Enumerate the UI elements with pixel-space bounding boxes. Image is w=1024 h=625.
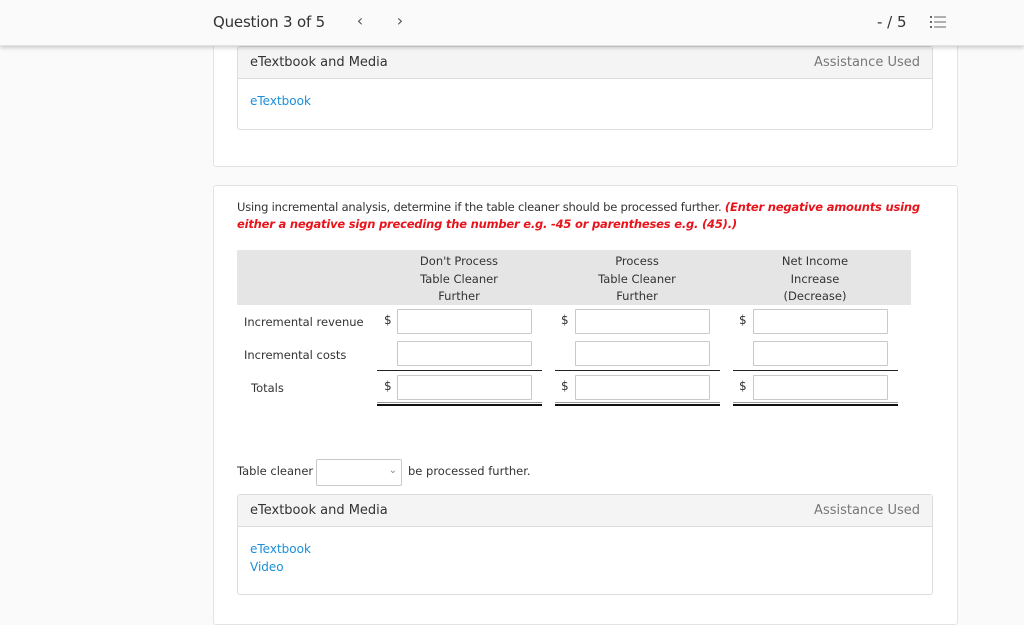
instruction-text: Using incremental analysis, determine if… [237,200,722,214]
score-display: - / 5 [877,13,907,31]
row-label-incremental-revenue: Incremental revenue [244,315,364,329]
media-panel-header: eTextbook and Media Assistance Used [238,47,932,79]
media-panel-title: eTextbook and Media [250,503,388,518]
etextbook-link[interactable]: eTextbook [250,92,920,110]
totals-process-input[interactable] [575,375,710,400]
conclusion-suffix: be processed further. [408,464,531,478]
currency-symbol: $ [739,313,747,327]
row-label-totals: Totals [251,381,284,395]
subtotal-rule [555,370,720,371]
column-header-dont-process: Don't Process Table Cleaner Further [419,254,499,303]
assistance-used-label: Assistance Used [814,503,920,518]
etextbook-media-panel: eTextbook and Media Assistance Used eTex… [237,46,933,130]
currency-symbol: $ [561,379,569,393]
costs-dont-process-input[interactable] [397,341,532,366]
question-counter: Question 3 of 5 [213,13,325,31]
video-link[interactable]: Video [250,558,920,576]
total-double-rule [733,402,898,406]
currency-symbol: $ [739,379,747,393]
previous-question-button[interactable]: ‹ [352,11,368,30]
currency-symbol: $ [384,379,392,393]
currency-symbol: $ [561,313,569,327]
costs-process-input[interactable] [575,341,710,366]
total-double-rule [377,402,542,406]
question-list-icon[interactable] [930,15,946,29]
should-process-dropdown[interactable]: ⌄ [316,459,402,486]
costs-net-income-input[interactable] [753,341,888,366]
currency-symbol: $ [384,313,392,327]
question-instructions: Using incremental analysis, determine if… [237,199,927,233]
revenue-dont-process-input[interactable] [397,309,532,334]
assistance-used-label: Assistance Used [814,55,920,70]
column-header-net-income: Net Income Increase (Decrease) [781,254,849,303]
conclusion-prefix: Table cleaner [237,464,314,478]
chevron-down-icon: ⌄ [388,465,397,476]
revenue-process-input[interactable] [575,309,710,334]
etextbook-link[interactable]: eTextbook [250,540,920,558]
totals-dont-process-input[interactable] [397,375,532,400]
table-header: Don't Process Table Cleaner Further Proces… [237,250,911,305]
totals-net-income-input[interactable] [753,375,888,400]
total-double-rule [555,402,720,406]
subtotal-rule [377,370,542,371]
column-header-process: Process Table Cleaner Further [598,254,676,303]
row-label-incremental-costs: Incremental costs [244,348,347,362]
question-header: Question 3 of 5 ‹ › - / 5 [0,0,1024,46]
etextbook-media-panel: eTextbook and Media Assistance Used eTex… [237,494,933,595]
revenue-net-income-input[interactable] [753,309,888,334]
subtotal-rule [733,370,898,371]
next-question-button[interactable]: › [392,11,408,30]
media-panel-title: eTextbook and Media [250,55,388,70]
media-panel-header: eTextbook and Media Assistance Used [238,495,932,527]
